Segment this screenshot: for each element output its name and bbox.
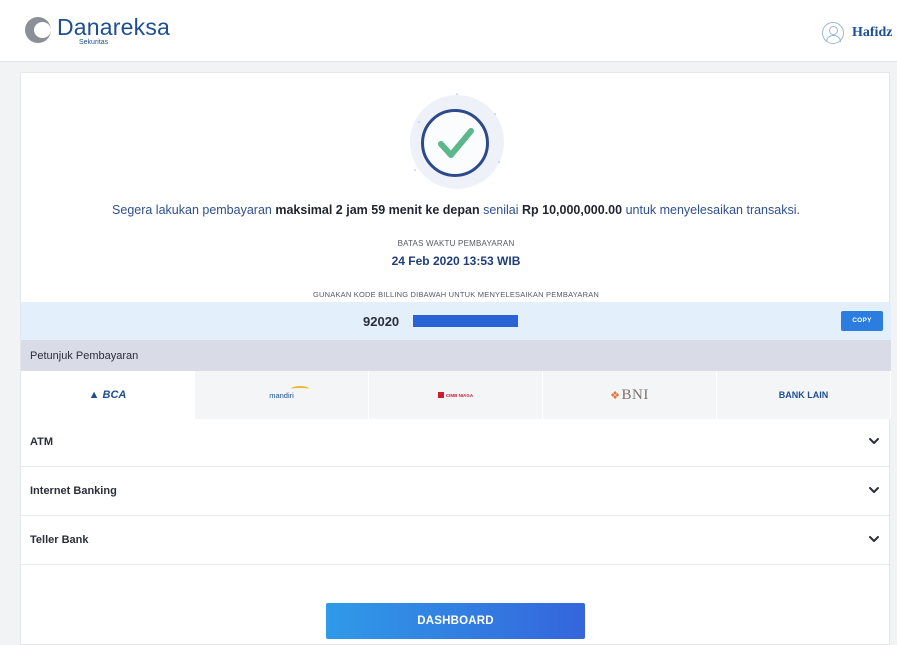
user-avatar-icon xyxy=(822,22,844,44)
deadline-value: 24 Feb 2020 13:53 WIB xyxy=(391,254,521,268)
payment-card: Segera lakukan pembayaran maksimal 2 jam… xyxy=(20,72,891,645)
accordion-internet-banking[interactable]: Internet Banking xyxy=(21,468,891,516)
danareksa-logo[interactable]: Danareksa Sekuritas xyxy=(25,15,170,47)
chevron-down-icon[interactable] xyxy=(867,532,881,546)
chevron-down-icon[interactable] xyxy=(867,434,881,448)
message-amount: Rp 10,000,000.00 xyxy=(522,203,623,217)
accordion-atm-label: ATM xyxy=(30,436,54,448)
message-time-limit: maksimal 2 jam 59 menit ke depan xyxy=(275,203,480,217)
bank-tabs: ▲ BCA mandiri CIMB NIAGA ❖BNI BANK LAIN xyxy=(21,371,891,419)
brand-name: Danareksa xyxy=(57,14,171,40)
danareksa-logo-icon xyxy=(25,17,51,43)
brand-subtitle: Sekuritas xyxy=(79,39,109,46)
mandiri-logo: mandiri xyxy=(269,385,309,400)
accordion-internet-banking-label: Internet Banking xyxy=(30,485,117,497)
chevron-down-icon[interactable] xyxy=(867,483,881,497)
tab-mandiri[interactable]: mandiri xyxy=(195,371,369,419)
user-menu[interactable]: Hafidz xyxy=(822,22,892,44)
copy-button[interactable]: COPY xyxy=(841,311,883,331)
user-name: Hafidz xyxy=(852,25,893,40)
message-suffix: untuk menyelesaikan transaksi. xyxy=(622,203,800,217)
billing-code-label: GUNAKAN KODE BILLING DIBAWAH UNTUK MENYE… xyxy=(312,290,600,299)
bank-lain-label: BANK LAIN xyxy=(778,390,829,400)
payment-guide-header: Petunjuk Pembayaran xyxy=(21,340,891,371)
tab-cimb-niaga[interactable]: CIMB NIAGA xyxy=(369,371,543,419)
cimb-niaga-logo: CIMB NIAGA xyxy=(437,392,473,398)
bni-logo: ❖BNI xyxy=(610,386,649,403)
deadline-label: BATAS WAKTU PEMBAYARAN xyxy=(397,239,515,248)
dashboard-button[interactable]: DASHBOARD xyxy=(326,603,585,639)
accordion-teller-bank[interactable]: Teller Bank xyxy=(21,517,891,565)
payment-instruction-message: Segera lakukan pembayaran maksimal 2 jam… xyxy=(21,203,891,217)
accordion-atm[interactable]: ATM xyxy=(21,419,891,467)
tab-bca[interactable]: ▲ BCA xyxy=(21,371,195,419)
tab-bni[interactable]: ❖BNI xyxy=(543,371,717,419)
message-mid: senilai xyxy=(479,203,523,217)
bca-logo: ▲ BCA xyxy=(88,389,127,401)
top-navbar: Danareksa Sekuritas Hafidz xyxy=(0,0,897,62)
billing-code[interactable]: 92020 xyxy=(363,314,399,329)
billing-code-row: 92020 COPY xyxy=(21,302,891,340)
payment-guide-title: Petunjuk Pembayaran xyxy=(30,350,139,362)
accordion-teller-bank-label: Teller Bank xyxy=(30,534,89,546)
tab-bank-lain[interactable]: BANK LAIN xyxy=(717,371,891,419)
billing-code-redaction xyxy=(413,315,518,327)
message-prefix: Segera lakukan pembayaran xyxy=(112,203,276,217)
success-check-icon xyxy=(408,91,508,191)
